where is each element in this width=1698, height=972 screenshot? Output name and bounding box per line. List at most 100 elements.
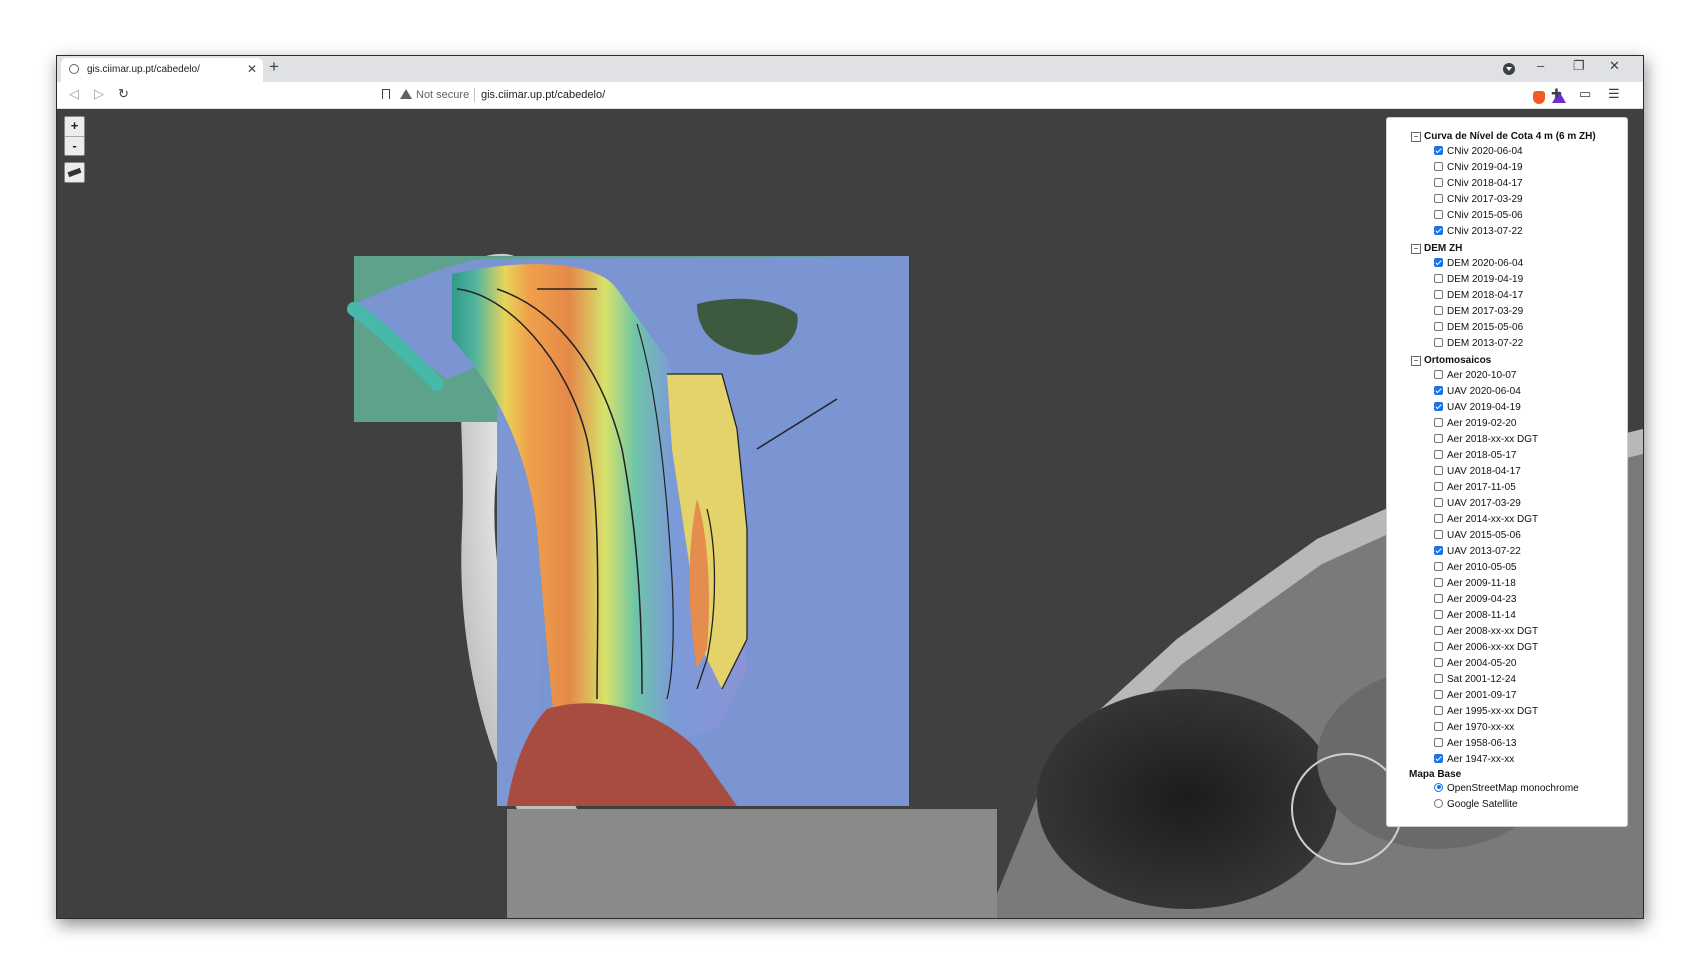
- collapse-icon[interactable]: −: [1411, 356, 1421, 366]
- base-map-option[interactable]: OpenStreetMap monochrome: [1434, 782, 1579, 797]
- layer-group-dem[interactable]: − DEM ZH: [1411, 243, 1462, 254]
- layer-item[interactable]: Aer 2008-11-14: [1434, 609, 1516, 624]
- layer-checkbox[interactable]: [1434, 513, 1443, 523]
- layer-checkbox[interactable]: [1434, 481, 1443, 491]
- security-label[interactable]: Not secure: [416, 89, 469, 101]
- layer-checkbox[interactable]: [1434, 193, 1443, 203]
- brave-shields-icon[interactable]: [1533, 91, 1545, 104]
- layer-checkbox[interactable]: [1434, 417, 1443, 427]
- layer-item[interactable]: Aer 1995-xx-xx DGT: [1434, 705, 1538, 720]
- base-map-option[interactable]: Google Satellite: [1434, 798, 1518, 813]
- layer-checkbox[interactable]: [1434, 433, 1443, 443]
- tab-search-icon[interactable]: [1503, 63, 1515, 75]
- layer-checkbox[interactable]: [1434, 545, 1443, 555]
- layer-item[interactable]: UAV 2017-03-29: [1434, 497, 1521, 512]
- layer-checkbox[interactable]: [1434, 337, 1443, 347]
- layer-checkbox[interactable]: [1434, 225, 1443, 235]
- layer-item[interactable]: CNiv 2015-05-06: [1434, 209, 1523, 224]
- browser-tab[interactable]: gis.ciimar.up.pt/cabedelo/ ✕: [61, 58, 263, 82]
- layer-item[interactable]: Sat 2001-12-24: [1434, 673, 1516, 688]
- layer-checkbox[interactable]: [1434, 209, 1443, 219]
- layer-item[interactable]: DEM 2013-07-22: [1434, 337, 1523, 352]
- layer-checkbox[interactable]: [1434, 673, 1443, 683]
- layer-checkbox[interactable]: [1434, 625, 1443, 635]
- layer-checkbox[interactable]: [1434, 529, 1443, 539]
- address-bar[interactable]: Not secure gis.ciimar.up.pt/cabedelo/: [400, 85, 1566, 105]
- layer-checkbox[interactable]: [1434, 465, 1443, 475]
- layer-item[interactable]: Aer 2004-05-20: [1434, 657, 1517, 672]
- layer-item[interactable]: UAV 2020-06-04: [1434, 385, 1521, 400]
- layer-item[interactable]: UAV 2015-05-06: [1434, 529, 1521, 544]
- layer-checkbox[interactable]: [1434, 369, 1443, 379]
- layer-item[interactable]: CNiv 2017-03-29: [1434, 193, 1523, 208]
- layer-checkbox[interactable]: [1434, 641, 1443, 651]
- layer-item[interactable]: DEM 2015-05-06: [1434, 321, 1523, 336]
- close-window-icon[interactable]: ✕: [1609, 58, 1620, 74]
- layer-checkbox[interactable]: [1434, 657, 1443, 667]
- collapse-icon[interactable]: −: [1411, 132, 1421, 142]
- layer-checkbox[interactable]: [1434, 401, 1443, 411]
- layer-item[interactable]: Aer 2006-xx-xx DGT: [1434, 641, 1538, 656]
- close-tab-icon[interactable]: ✕: [247, 62, 257, 76]
- zoom-out-button[interactable]: -: [65, 136, 84, 156]
- forward-icon[interactable]: ▷: [94, 86, 104, 102]
- layer-checkbox[interactable]: [1434, 449, 1443, 459]
- url-text[interactable]: gis.ciimar.up.pt/cabedelo/: [481, 89, 605, 101]
- layer-item[interactable]: CNiv 2019-04-19: [1434, 161, 1523, 176]
- layer-item[interactable]: Aer 2018-05-17: [1434, 449, 1517, 464]
- layer-checkbox[interactable]: [1434, 161, 1443, 171]
- layer-checkbox[interactable]: [1434, 609, 1443, 619]
- layer-item[interactable]: UAV 2018-04-17: [1434, 465, 1521, 480]
- layer-item[interactable]: Aer 2020-10-07: [1434, 369, 1517, 384]
- wallet-icon[interactable]: ▭: [1579, 86, 1591, 102]
- layer-checkbox[interactable]: [1434, 737, 1443, 747]
- layer-item[interactable]: DEM 2020-06-04: [1434, 257, 1523, 272]
- layer-checkbox[interactable]: [1434, 273, 1443, 283]
- layer-checkbox[interactable]: [1434, 177, 1443, 187]
- layer-item[interactable]: Aer 2014-xx-xx DGT: [1434, 513, 1538, 528]
- layer-item[interactable]: Aer 2010-05-05: [1434, 561, 1517, 576]
- layer-checkbox[interactable]: [1434, 305, 1443, 315]
- measure-tool-button[interactable]: [64, 162, 85, 183]
- layer-checkbox[interactable]: [1434, 561, 1443, 571]
- layer-checkbox[interactable]: [1434, 593, 1443, 603]
- layer-group-ortomosaicos[interactable]: − Ortomosaicos: [1411, 355, 1491, 366]
- extensions-icon[interactable]: ✚: [1551, 86, 1562, 102]
- collapse-icon[interactable]: −: [1411, 244, 1421, 254]
- layer-item[interactable]: Aer 2019-02-20: [1434, 417, 1517, 432]
- zoom-in-button[interactable]: +: [65, 117, 84, 136]
- base-map-radio[interactable]: [1434, 798, 1443, 808]
- layer-item[interactable]: CNiv 2018-04-17: [1434, 177, 1523, 192]
- restore-icon[interactable]: ❐: [1573, 58, 1585, 74]
- menu-icon[interactable]: ☰: [1608, 86, 1620, 102]
- layer-checkbox[interactable]: [1434, 257, 1443, 267]
- layer-checkbox[interactable]: [1434, 721, 1443, 731]
- layer-checkbox[interactable]: [1434, 753, 1443, 763]
- layer-checkbox[interactable]: [1434, 689, 1443, 699]
- layer-item[interactable]: Aer 2008-xx-xx DGT: [1434, 625, 1538, 640]
- reload-icon[interactable]: ↻: [118, 86, 129, 102]
- layer-item[interactable]: Aer 2009-04-23: [1434, 593, 1517, 608]
- layer-item[interactable]: Aer 1958-06-13: [1434, 737, 1517, 752]
- layer-checkbox[interactable]: [1434, 145, 1443, 155]
- layer-item[interactable]: UAV 2013-07-22: [1434, 545, 1521, 560]
- layer-checkbox[interactable]: [1434, 497, 1443, 507]
- new-tab-button[interactable]: +: [269, 57, 279, 77]
- layer-item[interactable]: Aer 2009-11-18: [1434, 577, 1516, 592]
- layer-item[interactable]: DEM 2017-03-29: [1434, 305, 1523, 320]
- layer-item[interactable]: DEM 2019-04-19: [1434, 273, 1523, 288]
- layer-checkbox[interactable]: [1434, 321, 1443, 331]
- layer-checkbox[interactable]: [1434, 705, 1443, 715]
- minimize-icon[interactable]: –: [1537, 58, 1544, 73]
- layer-item[interactable]: Aer 2017-11-05: [1434, 481, 1516, 496]
- layer-checkbox[interactable]: [1434, 577, 1443, 587]
- layer-item[interactable]: DEM 2018-04-17: [1434, 289, 1523, 304]
- layer-group-cniv[interactable]: − Curva de Nível de Cota 4 m (6 m ZH): [1411, 131, 1596, 142]
- layer-item[interactable]: CNiv 2020-06-04: [1434, 145, 1523, 160]
- layer-checkbox[interactable]: [1434, 289, 1443, 299]
- layer-item[interactable]: UAV 2019-04-19: [1434, 401, 1521, 416]
- base-map-radio[interactable]: [1434, 782, 1443, 792]
- layer-item[interactable]: Aer 2018-xx-xx DGT: [1434, 433, 1538, 448]
- back-icon[interactable]: ◁: [69, 86, 79, 102]
- layer-item[interactable]: Aer 2001-09-17: [1434, 689, 1517, 704]
